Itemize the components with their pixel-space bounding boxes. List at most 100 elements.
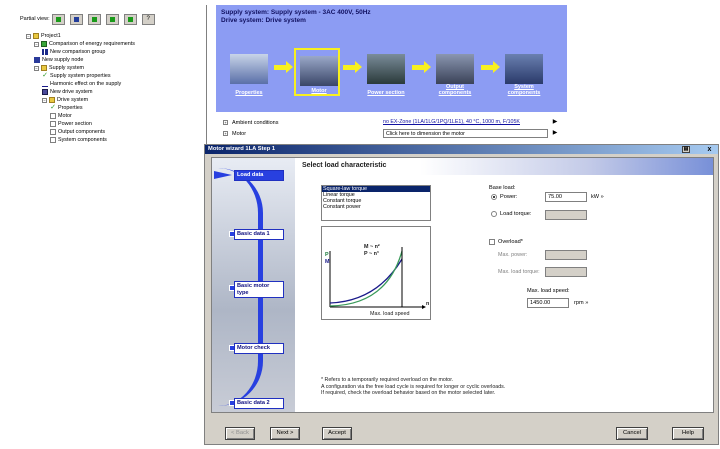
tree-item-label: Motor: [58, 113, 72, 119]
power-radio[interactable]: [491, 194, 497, 200]
project-tree-pane: Partial view: ? − Project1− Comparison of …: [20, 5, 207, 445]
p-axis-label: P: [325, 252, 329, 258]
step-motor[interactable]: Motor: [294, 48, 340, 96]
motor-arrow-icon[interactable]: ▶: [550, 129, 560, 138]
check-icon: ✓: [50, 104, 56, 111]
tree-item-label: System components: [58, 137, 107, 143]
wizard-step-motor-check[interactable]: Motor check: [234, 343, 284, 354]
step-output-components[interactable]: Output components: [432, 48, 478, 96]
view-supply-button[interactable]: [69, 13, 83, 25]
max-load-speed-input[interactable]: 1450.00: [527, 298, 569, 308]
help-button[interactable]: ?: [141, 13, 155, 25]
window-icon[interactable]: ▤: [682, 146, 690, 153]
step-properties[interactable]: Properties: [226, 48, 272, 96]
max-load-torque-label: Max. load torque:: [498, 269, 540, 275]
view-list-button[interactable]: [123, 13, 137, 25]
max-power-input[interactable]: [545, 250, 587, 260]
tree-item[interactable]: System components: [26, 136, 206, 144]
step-system-components[interactable]: System components: [501, 48, 547, 96]
collapse-icon[interactable]: −: [34, 41, 39, 47]
motor-row[interactable]: + Motor: [223, 129, 246, 138]
wizard-step-load-data[interactable]: Load data: [234, 170, 284, 181]
help-button[interactable]: Help: [672, 427, 704, 440]
help-icon: ?: [146, 16, 150, 22]
power-radio-label: Power:: [500, 194, 518, 200]
wizard-title: Motor wizard 1LA Step 1: [208, 146, 276, 152]
m-axis-label: M: [325, 259, 330, 265]
tree-item[interactable]: Harmonic effect on the supply: [26, 80, 206, 88]
tree-item[interactable]: New comparison group: [26, 48, 206, 56]
back-button[interactable]: < Back: [225, 427, 255, 440]
current-step-arrow-icon: [214, 171, 232, 179]
torque-curve: [329, 258, 403, 304]
close-icon[interactable]: x: [705, 145, 714, 154]
collapse-icon[interactable]: −: [42, 97, 47, 103]
collapse-icon[interactable]: −: [34, 65, 39, 71]
drive-configuration-area: Supply system: Supply system - 3AC 400V,…: [211, 5, 719, 142]
power-radio-row[interactable]: Power:: [491, 193, 517, 201]
step-properties-label: Properties: [235, 90, 263, 96]
power-input[interactable]: 75.00: [545, 192, 587, 202]
expand-icon[interactable]: +: [223, 131, 228, 136]
system-components-image: [505, 54, 543, 84]
wizard-step-basic-data-2[interactable]: Basic data 2: [234, 398, 284, 409]
ambient-conditions-value[interactable]: no EX-Zone (1LA/1LG/1PQ/1LE1), 40 °C, 10…: [383, 118, 548, 127]
load-option-constant-power[interactable]: Constant power: [322, 204, 430, 210]
tree-item[interactable]: Output components: [26, 128, 206, 136]
power-info-icon[interactable]: »: [601, 194, 604, 200]
speed-info-icon[interactable]: »: [585, 300, 588, 306]
accept-button[interactable]: Accept: [322, 427, 352, 440]
overload-footnote: * Refers to a temporarily required overl…: [321, 377, 621, 397]
max-load-speed-caption: Max. load speed: [370, 311, 410, 317]
tree-item[interactable]: − Project1: [26, 32, 206, 40]
expand-icon[interactable]: +: [223, 120, 228, 125]
node-icon: [34, 57, 40, 63]
view-energy-button[interactable]: [51, 13, 65, 25]
max-load-torque-input[interactable]: [545, 267, 587, 277]
motor-dimension-field[interactable]: Click here to dimension the motor: [383, 129, 548, 138]
load-characteristic-list[interactable]: Square-law torque Linear torque Constant…: [321, 185, 431, 221]
load-torque-radio[interactable]: [491, 211, 497, 217]
load-torque-radio-label: Load torque:: [500, 211, 532, 217]
tree-item[interactable]: − Drive system: [26, 96, 206, 104]
drive-view-icon: [91, 16, 97, 22]
ambient-conditions-row[interactable]: + Ambient conditions: [223, 118, 278, 127]
tree-item[interactable]: Power section: [26, 120, 206, 128]
load-torque-radio-row[interactable]: Load torque:: [491, 210, 531, 218]
wizard-step-basic-motor-type[interactable]: Basic motor type: [234, 281, 284, 298]
tree-item[interactable]: New supply node: [26, 56, 206, 64]
view-components-button[interactable]: [105, 13, 119, 25]
tree-item[interactable]: Motor: [26, 112, 206, 120]
tree-item[interactable]: − Supply system: [26, 64, 206, 72]
power-law-label: P ~ n³: [364, 251, 379, 257]
tree-item[interactable]: ✓ Properties: [26, 104, 206, 112]
wizard-step-basic-data-1[interactable]: Basic data 1: [234, 229, 284, 240]
load-torque-input[interactable]: [545, 210, 587, 220]
output-components-image: [436, 54, 474, 84]
tree-item[interactable]: New drive system: [26, 88, 206, 96]
wizard-titlebar: Motor wizard 1LA Step 1 ▤ x: [205, 145, 718, 154]
ambient-arrow-icon[interactable]: ▶: [550, 118, 560, 127]
cancel-button[interactable]: Cancel: [616, 427, 648, 440]
green-folder-icon: [41, 41, 47, 47]
energy-view-icon: [55, 16, 61, 22]
tree-item-label: Drive system: [57, 97, 89, 103]
partial-view-label: Partial view:: [20, 16, 50, 22]
view-drive-button[interactable]: [87, 13, 101, 25]
step-arrow-icon: [481, 61, 500, 73]
drive-icon: [42, 89, 48, 95]
tree-item[interactable]: − Comparison of energy requirements: [26, 40, 206, 48]
max-load-speed-label: Max. load speed:: [527, 288, 570, 294]
next-button[interactable]: Next >: [270, 427, 300, 440]
max-power-label: Max. power:: [498, 252, 528, 258]
step-power-section[interactable]: Power section: [363, 48, 409, 96]
folder-icon: [41, 65, 47, 71]
overload-checkbox[interactable]: [489, 239, 495, 245]
overload-row[interactable]: Overload*: [489, 239, 523, 245]
tree-item[interactable]: ✓ Supply system properties: [26, 72, 206, 80]
wizard-body: Load data Basic data 1 Basic motor type …: [211, 157, 714, 413]
wizard-content: Select load characteristic Square-law to…: [295, 158, 713, 412]
doc-icon: [50, 121, 56, 127]
project-tree: − Project1− Comparison of energy requireme…: [26, 32, 206, 144]
collapse-icon[interactable]: −: [26, 33, 31, 39]
